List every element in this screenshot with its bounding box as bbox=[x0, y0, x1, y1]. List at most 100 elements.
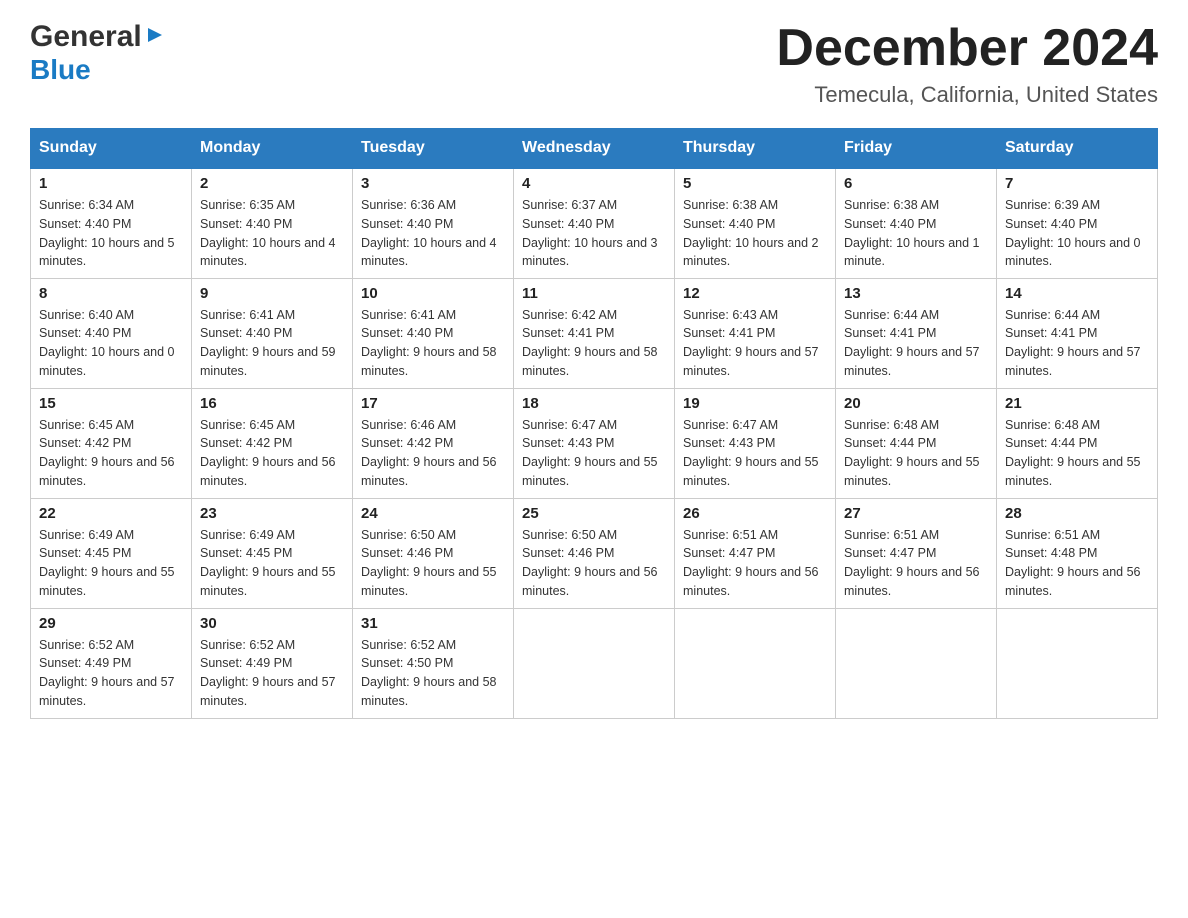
day-number: 10 bbox=[361, 285, 505, 302]
calendar-header-sunday: Sunday bbox=[31, 129, 192, 169]
day-number: 25 bbox=[522, 505, 666, 522]
calendar-header-tuesday: Tuesday bbox=[353, 129, 514, 169]
calendar-cell: 27 Sunrise: 6:51 AMSunset: 4:47 PMDayligh… bbox=[836, 498, 997, 608]
calendar-cell bbox=[675, 608, 836, 718]
calendar-cell bbox=[997, 608, 1158, 718]
day-info: Sunrise: 6:50 AMSunset: 4:46 PMDaylight:… bbox=[361, 526, 505, 601]
day-number: 5 bbox=[683, 175, 827, 192]
calendar-cell: 23 Sunrise: 6:49 AMSunset: 4:45 PMDayligh… bbox=[192, 498, 353, 608]
day-info: Sunrise: 6:37 AMSunset: 4:40 PMDaylight:… bbox=[522, 196, 666, 271]
day-info: Sunrise: 6:52 AMSunset: 4:50 PMDaylight:… bbox=[361, 636, 505, 711]
calendar-week-row: 8Sunrise: 6:40 AMSunset: 4:40 PMDaylight… bbox=[31, 278, 1158, 388]
calendar-header-friday: Friday bbox=[836, 129, 997, 169]
calendar-cell: 12 Sunrise: 6:43 AMSunset: 4:41 PMDayligh… bbox=[675, 278, 836, 388]
day-info: Sunrise: 6:51 AMSunset: 4:47 PMDaylight:… bbox=[844, 526, 988, 601]
day-number: 14 bbox=[1005, 285, 1149, 302]
calendar-header-thursday: Thursday bbox=[675, 129, 836, 169]
day-info: Sunrise: 6:36 AMSunset: 4:40 PMDaylight:… bbox=[361, 196, 505, 271]
calendar-cell: 21 Sunrise: 6:48 AMSunset: 4:44 PMDayligh… bbox=[997, 388, 1158, 498]
day-number: 2 bbox=[200, 175, 344, 192]
day-info: Sunrise: 6:51 AMSunset: 4:47 PMDaylight:… bbox=[683, 526, 827, 601]
logo-general-text: General bbox=[30, 20, 142, 54]
day-number: 29 bbox=[39, 615, 183, 632]
day-number: 12 bbox=[683, 285, 827, 302]
day-info: Sunrise: 6:52 AMSunset: 4:49 PMDaylight:… bbox=[39, 636, 183, 711]
day-number: 27 bbox=[844, 505, 988, 522]
calendar-cell: 17Sunrise: 6:46 AMSunset: 4:42 PMDayligh… bbox=[353, 388, 514, 498]
day-number: 23 bbox=[200, 505, 344, 522]
calendar-cell: 4 Sunrise: 6:37 AMSunset: 4:40 PMDaylight… bbox=[514, 168, 675, 278]
day-info: Sunrise: 6:39 AMSunset: 4:40 PMDaylight:… bbox=[1005, 196, 1149, 271]
day-info: Sunrise: 6:45 AMSunset: 4:42 PMDaylight:… bbox=[39, 416, 183, 491]
calendar-cell: 2 Sunrise: 6:35 AMSunset: 4:40 PMDaylight… bbox=[192, 168, 353, 278]
calendar-week-row: 1 Sunrise: 6:34 AMSunset: 4:40 PMDaylight… bbox=[31, 168, 1158, 278]
location-title: Temecula, California, United States bbox=[776, 82, 1158, 108]
day-info: Sunrise: 6:49 AMSunset: 4:45 PMDaylight:… bbox=[39, 526, 183, 601]
day-number: 9 bbox=[200, 285, 344, 302]
day-info: Sunrise: 6:47 AMSunset: 4:43 PMDaylight:… bbox=[683, 416, 827, 491]
day-info: Sunrise: 6:52 AMSunset: 4:49 PMDaylight:… bbox=[200, 636, 344, 711]
calendar-cell: 25 Sunrise: 6:50 AMSunset: 4:46 PMDayligh… bbox=[514, 498, 675, 608]
calendar-cell: 7Sunrise: 6:39 AMSunset: 4:40 PMDaylight… bbox=[997, 168, 1158, 278]
calendar-cell: 16 Sunrise: 6:45 AMSunset: 4:42 PMDayligh… bbox=[192, 388, 353, 498]
day-number: 18 bbox=[522, 395, 666, 412]
calendar-header-row: SundayMondayTuesdayWednesdayThursdayFrid… bbox=[31, 129, 1158, 169]
day-number: 6 bbox=[844, 175, 988, 192]
calendar-week-row: 22Sunrise: 6:49 AMSunset: 4:45 PMDayligh… bbox=[31, 498, 1158, 608]
day-number: 28 bbox=[1005, 505, 1149, 522]
day-number: 13 bbox=[844, 285, 988, 302]
calendar-cell: 26Sunrise: 6:51 AMSunset: 4:47 PMDayligh… bbox=[675, 498, 836, 608]
day-info: Sunrise: 6:38 AMSunset: 4:40 PMDaylight:… bbox=[844, 196, 988, 271]
day-number: 19 bbox=[683, 395, 827, 412]
calendar-week-row: 29 Sunrise: 6:52 AMSunset: 4:49 PMDayligh… bbox=[31, 608, 1158, 718]
day-info: Sunrise: 6:35 AMSunset: 4:40 PMDaylight:… bbox=[200, 196, 344, 271]
calendar-header-monday: Monday bbox=[192, 129, 353, 169]
day-number: 4 bbox=[522, 175, 666, 192]
calendar-cell: 22Sunrise: 6:49 AMSunset: 4:45 PMDayligh… bbox=[31, 498, 192, 608]
day-info: Sunrise: 6:46 AMSunset: 4:42 PMDaylight:… bbox=[361, 416, 505, 491]
calendar-cell: 6 Sunrise: 6:38 AMSunset: 4:40 PMDaylight… bbox=[836, 168, 997, 278]
day-number: 3 bbox=[361, 175, 505, 192]
day-info: Sunrise: 6:43 AMSunset: 4:41 PMDaylight:… bbox=[683, 306, 827, 381]
day-info: Sunrise: 6:38 AMSunset: 4:40 PMDaylight:… bbox=[683, 196, 827, 271]
calendar-cell: 28 Sunrise: 6:51 AMSunset: 4:48 PMDayligh… bbox=[997, 498, 1158, 608]
day-number: 20 bbox=[844, 395, 988, 412]
page-header: General Blue December 2024 Temecula, Cal… bbox=[30, 20, 1158, 108]
day-info: Sunrise: 6:48 AMSunset: 4:44 PMDaylight:… bbox=[1005, 416, 1149, 491]
calendar-cell: 18 Sunrise: 6:47 AMSunset: 4:43 PMDayligh… bbox=[514, 388, 675, 498]
month-title: December 2024 bbox=[776, 20, 1158, 77]
day-number: 1 bbox=[39, 175, 183, 192]
calendar-cell: 15 Sunrise: 6:45 AMSunset: 4:42 PMDayligh… bbox=[31, 388, 192, 498]
calendar-cell: 30Sunrise: 6:52 AMSunset: 4:49 PMDayligh… bbox=[192, 608, 353, 718]
day-info: Sunrise: 6:51 AMSunset: 4:48 PMDaylight:… bbox=[1005, 526, 1149, 601]
day-info: Sunrise: 6:34 AMSunset: 4:40 PMDaylight:… bbox=[39, 196, 183, 271]
day-info: Sunrise: 6:47 AMSunset: 4:43 PMDaylight:… bbox=[522, 416, 666, 491]
day-info: Sunrise: 6:45 AMSunset: 4:42 PMDaylight:… bbox=[200, 416, 344, 491]
day-number: 31 bbox=[361, 615, 505, 632]
day-info: Sunrise: 6:50 AMSunset: 4:46 PMDaylight:… bbox=[522, 526, 666, 601]
calendar-cell: 11Sunrise: 6:42 AMSunset: 4:41 PMDayligh… bbox=[514, 278, 675, 388]
day-number: 8 bbox=[39, 285, 183, 302]
day-info: Sunrise: 6:41 AMSunset: 4:40 PMDaylight:… bbox=[200, 306, 344, 381]
calendar-cell bbox=[514, 608, 675, 718]
calendar-cell: 13Sunrise: 6:44 AMSunset: 4:41 PMDayligh… bbox=[836, 278, 997, 388]
logo: General Blue bbox=[30, 20, 166, 86]
calendar-cell: 31 Sunrise: 6:52 AMSunset: 4:50 PMDayligh… bbox=[353, 608, 514, 718]
day-number: 21 bbox=[1005, 395, 1149, 412]
day-number: 16 bbox=[200, 395, 344, 412]
day-info: Sunrise: 6:48 AMSunset: 4:44 PMDaylight:… bbox=[844, 416, 988, 491]
title-section: December 2024 Temecula, California, Unit… bbox=[776, 20, 1158, 108]
calendar-header-wednesday: Wednesday bbox=[514, 129, 675, 169]
day-number: 24 bbox=[361, 505, 505, 522]
calendar-cell: 14Sunrise: 6:44 AMSunset: 4:41 PMDayligh… bbox=[997, 278, 1158, 388]
day-number: 15 bbox=[39, 395, 183, 412]
calendar-cell: 10 Sunrise: 6:41 AMSunset: 4:40 PMDayligh… bbox=[353, 278, 514, 388]
calendar-cell: 1 Sunrise: 6:34 AMSunset: 4:40 PMDaylight… bbox=[31, 168, 192, 278]
calendar-cell: 20 Sunrise: 6:48 AMSunset: 4:44 PMDayligh… bbox=[836, 388, 997, 498]
calendar-week-row: 15 Sunrise: 6:45 AMSunset: 4:42 PMDayligh… bbox=[31, 388, 1158, 498]
day-info: Sunrise: 6:49 AMSunset: 4:45 PMDaylight:… bbox=[200, 526, 344, 601]
day-info: Sunrise: 6:41 AMSunset: 4:40 PMDaylight:… bbox=[361, 306, 505, 381]
calendar-cell: 29 Sunrise: 6:52 AMSunset: 4:49 PMDayligh… bbox=[31, 608, 192, 718]
calendar-cell: 8Sunrise: 6:40 AMSunset: 4:40 PMDaylight… bbox=[31, 278, 192, 388]
logo-blue-text: Blue bbox=[30, 54, 91, 86]
